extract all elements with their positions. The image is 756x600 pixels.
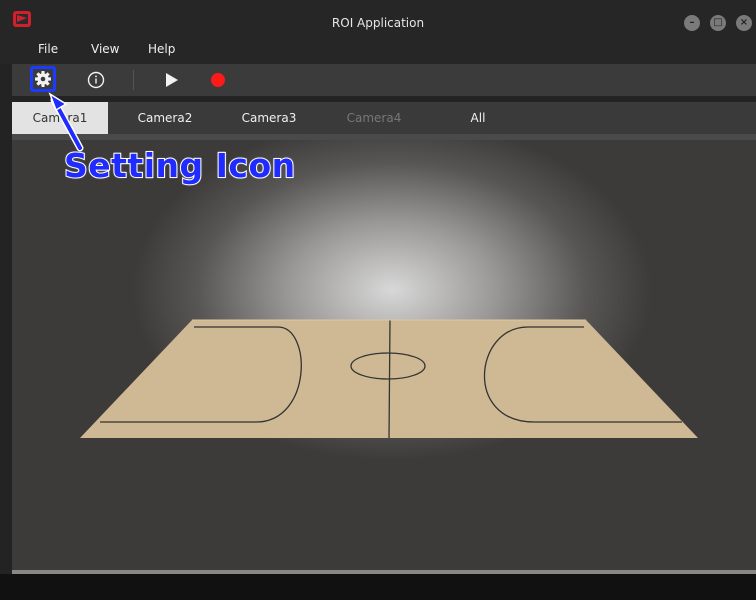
title-bar: ROI Application – □ × xyxy=(0,0,756,40)
maximize-icon: □ xyxy=(713,17,723,28)
record-icon xyxy=(211,73,225,87)
close-icon: × xyxy=(739,17,749,28)
tab-camera2[interactable]: Camera2 xyxy=(117,102,213,134)
app-window: ROI Application – □ × File View Help Cam… xyxy=(0,0,756,600)
camera-tab-bar: Camera1 Camera2 Camera3 Camera4 All xyxy=(12,102,756,134)
window-title: ROI Application xyxy=(331,16,425,30)
basketball-court xyxy=(80,319,698,439)
maximize-button[interactable]: □ xyxy=(710,15,726,31)
tab-camera3[interactable]: Camera3 xyxy=(221,102,317,134)
tab-all[interactable]: All xyxy=(430,102,526,134)
record-button[interactable] xyxy=(208,64,240,96)
tab-camera4: Camera4 xyxy=(346,111,402,125)
status-bar xyxy=(0,574,756,600)
toolbar-separator xyxy=(133,70,134,90)
play-icon xyxy=(166,73,178,87)
menu-help[interactable]: Help xyxy=(148,42,175,56)
play-button[interactable] xyxy=(162,64,194,96)
toolbar xyxy=(12,64,756,96)
menu-bar: File View Help xyxy=(0,40,756,64)
setting-icon-annotation: Setting Icon xyxy=(63,145,296,186)
menu-file[interactable]: File xyxy=(38,42,58,56)
tab-camera1[interactable]: Camera1 xyxy=(12,102,108,134)
menu-view[interactable]: View xyxy=(91,42,119,56)
minimize-button[interactable]: – xyxy=(684,15,700,31)
minimize-icon: – xyxy=(689,17,695,28)
gear-icon xyxy=(35,71,51,87)
close-button[interactable]: × xyxy=(736,15,752,31)
settings-button[interactable] xyxy=(30,66,56,92)
camera-viewport[interactable] xyxy=(12,140,756,570)
info-icon xyxy=(87,71,105,89)
info-button[interactable] xyxy=(84,64,116,96)
